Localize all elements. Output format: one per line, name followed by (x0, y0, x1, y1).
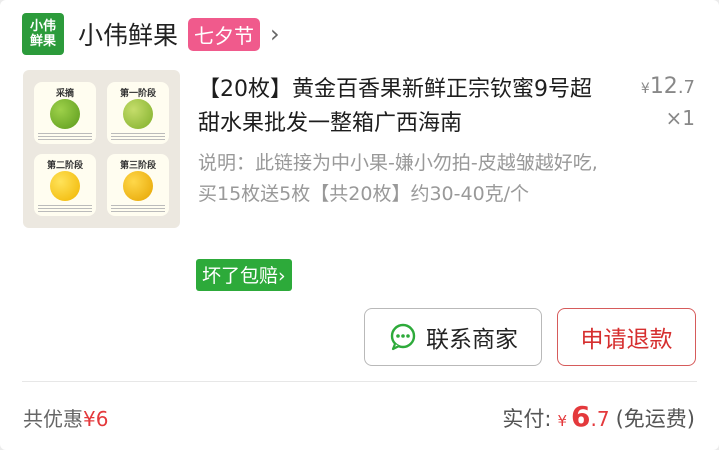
stage-label: 第二阶段 (46, 161, 83, 171)
chevron-right-icon: › (278, 265, 286, 287)
paid-currency: ¥ (557, 412, 568, 430)
shipping-note: (免运费) (615, 407, 695, 431)
stage-panel: 第一阶段 (107, 82, 169, 144)
product-title[interactable]: 【20枚】黄金百香果新鲜正宗钦蜜9号超甜水果批发一整箱广西海南 (198, 73, 610, 141)
shop-logo[interactable]: 小伟 鲜果 (22, 13, 64, 55)
fruit-green-icon (50, 99, 80, 129)
fruit-golden-icon (123, 171, 153, 201)
shop-logo-line2: 鲜果 (29, 34, 56, 49)
contact-seller-button[interactable]: 联系商家 (364, 308, 542, 366)
shop-header[interactable]: 小伟 鲜果 小伟鲜果 七夕节 › (22, 13, 280, 55)
unit-price: ¥12.7 (641, 74, 695, 99)
discount-amount: ¥6 (83, 407, 109, 431)
price-currency: ¥ (640, 81, 650, 97)
paid-label: 实付: (502, 407, 552, 431)
fruit-lightgreen-icon (123, 99, 153, 129)
request-refund-button[interactable]: 申请退款 (557, 308, 696, 366)
shop-logo-line1: 小伟 (29, 19, 56, 34)
guarantee-badge[interactable]: 坏了包赔› (196, 259, 292, 291)
stage-label: 第一阶段 (119, 89, 156, 99)
fruit-yellow-icon (50, 171, 80, 201)
total-discount: 共优惠¥6 (23, 403, 108, 432)
caption-lines (38, 205, 92, 213)
order-card: 小伟 鲜果 小伟鲜果 七夕节 › 采摘 第一阶段 第二阶段 第三阶段 【20枚】… (0, 0, 719, 450)
product-image[interactable]: 采摘 第一阶段 第二阶段 第三阶段 (23, 70, 180, 228)
stage-panel: 第二阶段 (34, 154, 96, 216)
caption-lines (111, 205, 165, 213)
quantity: ×1 (665, 106, 695, 130)
chat-bubble-icon (390, 323, 416, 351)
stage-label: 第三阶段 (119, 161, 156, 171)
shop-name[interactable]: 小伟鲜果 (78, 16, 178, 52)
paid-dec: .7 (590, 407, 610, 431)
amount-paid: 实付: ¥ 6.7 (免运费) (502, 400, 695, 433)
product-description: 说明：此链接为中小果-嫌小勿拍-皮越皱越好吃,买15枚送5枚【共20枚】约30-… (198, 152, 598, 205)
request-refund-label: 申请退款 (580, 327, 673, 353)
divider (22, 381, 697, 382)
contact-seller-label: 联系商家 (426, 327, 518, 353)
stage-panel: 采摘 (34, 82, 96, 144)
price-int: 12 (649, 74, 678, 99)
stage-panel: 第三阶段 (107, 154, 169, 216)
caption-lines (111, 133, 165, 141)
stage-label: 采摘 (55, 89, 74, 99)
chevron-right-icon[interactable]: › (270, 20, 280, 48)
guarantee-label: 坏了包赔 (202, 265, 279, 287)
festival-badge: 七夕节 (188, 17, 261, 51)
paid-int: 6 (571, 400, 591, 433)
price-dec: .7 (677, 77, 695, 98)
discount-label: 共优惠 (23, 407, 83, 431)
caption-lines (38, 133, 92, 141)
